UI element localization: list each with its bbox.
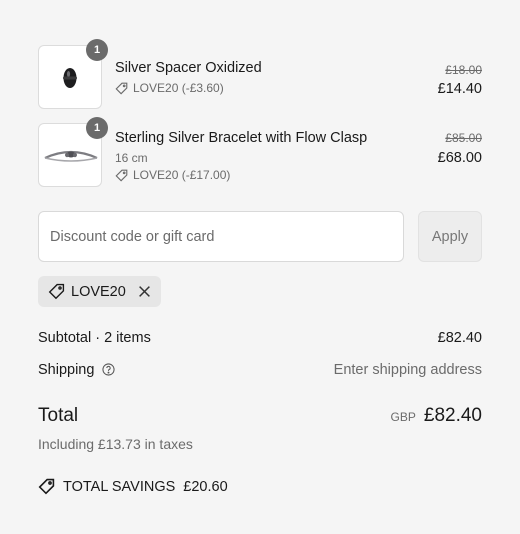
discount-code-label: LOVE20 (71, 283, 126, 300)
quantity-badge: 1 (86, 39, 108, 61)
total-savings: TOTAL SAVINGS £20.60 (38, 478, 228, 495)
tag-icon (115, 169, 128, 182)
item-discount: LOVE20 (-£17.00) (115, 168, 230, 182)
tag-icon (48, 283, 65, 300)
subtotal-value: £82.40 (437, 330, 482, 346)
subtotal-label: Subtotal · 2 items (38, 330, 151, 346)
subtotal-row: Subtotal · 2 items £82.40 (38, 330, 482, 346)
shipping-value: Enter shipping address (333, 362, 482, 378)
savings-value: £20.60 (183, 478, 228, 495)
close-icon[interactable] (138, 285, 151, 298)
discounted-price: £68.00 (437, 150, 482, 166)
tag-icon (115, 82, 128, 95)
line-item: 1 Silver Spacer Oxidized LOVE20 (-£3.60)… (38, 39, 482, 109)
item-discount: LOVE20 (-£3.60) (115, 81, 224, 95)
total-value: GBP £82.40 (391, 405, 482, 427)
shipping-label: Shipping (38, 362, 95, 378)
discount-text: LOVE20 (-£3.60) (133, 81, 224, 95)
currency-code: GBP (390, 410, 416, 424)
product-name: Sterling Silver Bracelet with Flow Clasp (115, 130, 368, 146)
discount-text: LOVE20 (-£17.00) (133, 168, 231, 182)
applied-discount-chip: LOVE20 (38, 276, 161, 307)
total-label: Total (38, 405, 79, 426)
total-amount: £82.40 (423, 405, 482, 426)
discount-code-input[interactable] (38, 211, 404, 262)
tag-icon (38, 478, 55, 495)
original-price: £18.00 (445, 63, 482, 77)
discounted-price: £14.40 (437, 81, 482, 97)
product-name: Silver Spacer Oxidized (115, 60, 262, 76)
quantity-badge: 1 (86, 117, 108, 139)
product-variant: 16 cm (115, 151, 148, 165)
help-icon[interactable] (102, 363, 116, 380)
original-price: £85.00 (445, 131, 482, 145)
apply-button[interactable]: Apply (418, 211, 482, 262)
savings-label: TOTAL SAVINGS (63, 478, 176, 495)
tax-note: Including £13.73 in taxes (38, 436, 193, 452)
line-item: 1 Sterling Silver Bracelet with Flow Cla… (38, 117, 482, 187)
shipping-row: Shipping Enter shipping address (38, 362, 482, 380)
